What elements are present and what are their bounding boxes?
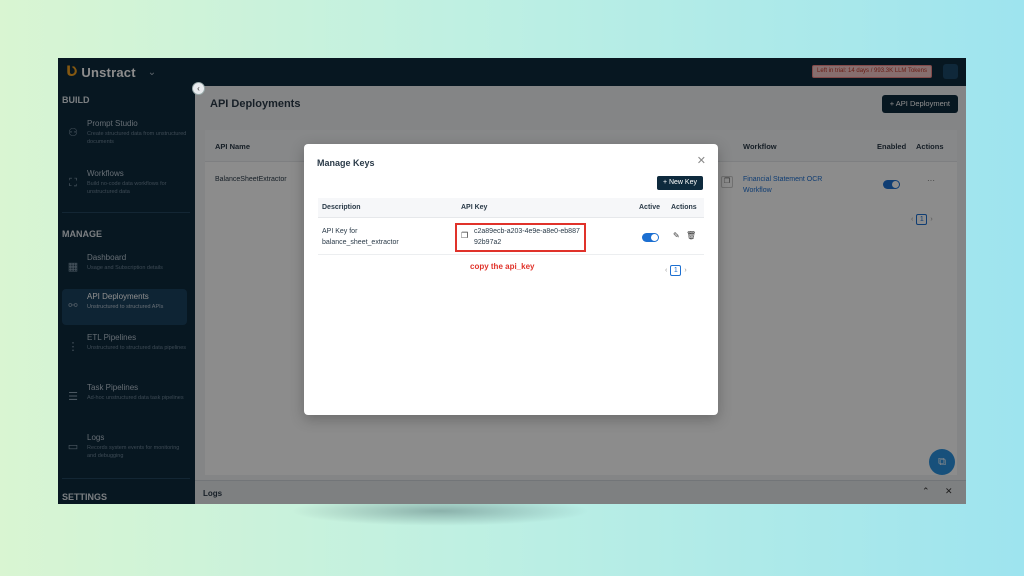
active-toggle[interactable] (642, 233, 659, 242)
pagination: ‹ 1 › (665, 265, 687, 276)
prev-page-icon[interactable]: ‹ (665, 267, 667, 274)
column-description: Description (322, 204, 361, 211)
column-actions: Actions (671, 204, 697, 211)
modal-title: Manage Keys (317, 158, 375, 168)
collapse-sidebar-button[interactable]: ‹ (192, 82, 205, 95)
edit-icon[interactable]: ✎ (673, 231, 680, 240)
new-key-button[interactable]: + New Key (656, 176, 703, 190)
keys-table-header: Description API Key Active Actions (318, 198, 704, 218)
manage-keys-modal: Manage Keys ✕ + New Key Description API … (304, 144, 718, 415)
next-page-icon[interactable]: › (684, 267, 686, 274)
api-key-highlight (455, 223, 586, 252)
close-icon[interactable]: ✕ (697, 154, 706, 167)
page-number[interactable]: 1 (670, 265, 682, 276)
delete-icon[interactable]: 🗑 (686, 231, 696, 240)
column-api-key: API Key (461, 204, 488, 211)
annotation-label: copy the api_key (470, 262, 535, 271)
key-description: API Key for balance_sheet_extractor (322, 228, 399, 246)
column-active: Active (639, 204, 661, 211)
